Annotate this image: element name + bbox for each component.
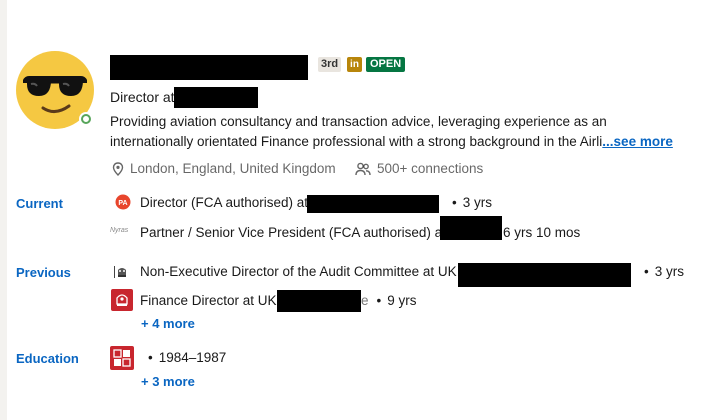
royal-crest-icon <box>114 266 126 278</box>
previous-item-2-duration-row: e • 9 yrs <box>361 293 417 308</box>
previous-item-1-duration-row: • 3 yrs <box>636 264 684 279</box>
school-logo[interactable] <box>110 346 134 370</box>
current-item-1[interactable]: Director (FCA authorised) at <box>140 195 308 210</box>
current-item-1-company-redacted <box>307 195 439 213</box>
pa-logo-icon: PA <box>115 194 131 210</box>
page-left-border <box>0 0 7 420</box>
current-item-1-duration: 3 yrs <box>462 195 492 210</box>
headline-company-redacted <box>174 87 258 108</box>
company-logo-finance[interactable] <box>111 289 133 311</box>
location-pin-icon <box>112 161 124 176</box>
bullet-separator: • <box>452 195 457 210</box>
profile-headline: Director at <box>110 89 175 105</box>
connections-row[interactable]: 500+ connections <box>355 161 483 176</box>
current-item-2-duration-row: 6 yrs 10 mos <box>503 225 580 240</box>
online-status-indicator <box>79 112 93 126</box>
company-logo-nyras[interactable]: Nyras <box>110 227 128 234</box>
current-item-2[interactable]: Partner / Senior Vice President (FCA aut… <box>140 225 446 240</box>
summary-line-2: internationally orientated Finance profe… <box>110 132 673 152</box>
current-item-1-title: Director (FCA authorised) at <box>140 195 309 210</box>
svg-text:PA: PA <box>118 200 127 207</box>
open-profile-badge: OPEN <box>366 57 406 72</box>
previous-item-1-title: Non-Executive Director of the Audit Comm… <box>140 264 457 279</box>
linkedin-premium-icon: in <box>347 57 362 72</box>
current-item-2-company-redacted <box>440 216 502 240</box>
see-more-link[interactable]: ...see more <box>602 134 673 149</box>
current-item-2-title: Partner / Senior Vice President (FCA aut… <box>140 225 446 240</box>
connections-text: 500+ connections <box>377 161 484 176</box>
bullet-separator: • <box>376 293 382 308</box>
bullet-separator: • <box>644 264 649 279</box>
current-item-1-duration-row: • 3 yrs <box>444 195 492 210</box>
education-item-1[interactable]: • 1984–1987 <box>140 350 226 365</box>
current-item-2-duration: 6 yrs 10 mos <box>503 225 581 240</box>
education-section-label: Education <box>16 351 79 366</box>
profile-name-redacted <box>110 55 308 80</box>
previous-item-1-company-redacted <box>458 263 631 287</box>
previous-section-label: Previous <box>16 265 71 280</box>
school-crest-icon <box>110 346 134 370</box>
education-item-1-years: 1984–1987 <box>158 350 227 365</box>
previous-show-more-link[interactable]: + 4 more <box>141 316 195 331</box>
profile-summary: Providing aviation consultancy and trans… <box>110 112 673 152</box>
company-logo-uk-crest[interactable] <box>113 265 131 279</box>
previous-item-2-title: Finance Director at UK <box>140 293 277 308</box>
connection-degree-badge: 3rd <box>318 57 342 72</box>
people-icon <box>355 162 371 175</box>
summary-line-1: Providing aviation consultancy and trans… <box>110 114 607 129</box>
bullet-separator: • <box>148 350 153 365</box>
company-logo-pa[interactable]: PA <box>115 194 131 210</box>
location-row: London, England, United Kingdom <box>112 161 336 176</box>
current-section-label: Current <box>16 196 63 211</box>
crest-badge-icon <box>111 289 133 311</box>
previous-item-2-tail: e <box>361 293 369 308</box>
location-text: London, England, United Kingdom <box>130 161 336 176</box>
summary-line-2-text: internationally orientated Finance profe… <box>110 134 603 149</box>
previous-item-2-company-redacted <box>277 290 361 312</box>
previous-item-2-duration: 9 yrs <box>387 293 417 308</box>
previous-item-1-duration: 3 yrs <box>654 264 684 279</box>
education-show-more-link[interactable]: + 3 more <box>141 374 195 389</box>
previous-item-2[interactable]: Finance Director at UK <box>140 293 277 308</box>
previous-item-1[interactable]: Non-Executive Director of the Audit Comm… <box>140 264 457 279</box>
